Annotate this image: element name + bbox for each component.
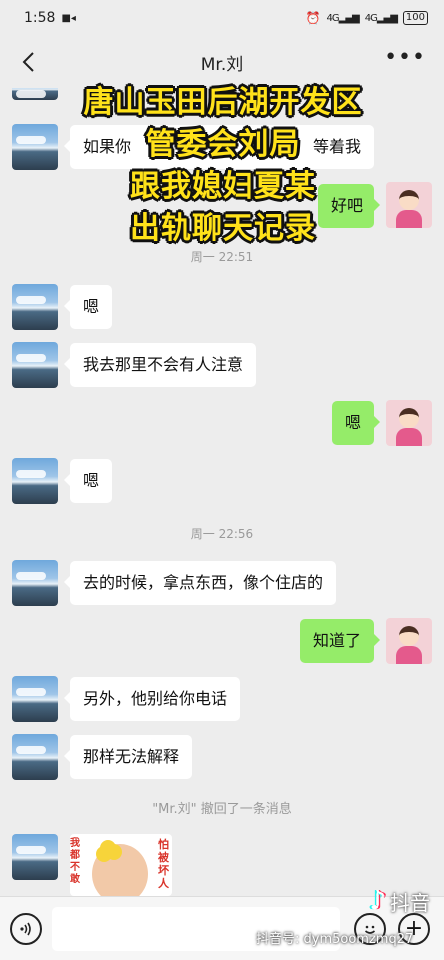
alarm-icon: ⏰: [305, 11, 321, 25]
message-timestamp: 周一 22:51: [190, 250, 254, 264]
message-bubble-left[interactable]: 另外，他别给你电话: [63, 677, 241, 721]
flower-icon: [100, 840, 116, 856]
contact-avatar[interactable]: [12, 560, 58, 606]
message-bubble-left[interactable]: 那样无法解释: [63, 735, 193, 779]
contact-avatar[interactable]: [12, 342, 58, 388]
contact-avatar[interactable]: [12, 734, 58, 780]
signal-icon: 4G▂▄▆: [326, 12, 360, 24]
message-text: 我去那里不会有人注意: [83, 355, 244, 374]
message-text: 嗯: [344, 413, 361, 432]
contact-avatar[interactable]: [12, 676, 58, 722]
status-time: 1:58: [24, 10, 56, 26]
message-bubble-left[interactable]: 去的时候，拿点东西，像个住店的: [63, 561, 337, 605]
voice-icon[interactable]: [10, 913, 42, 945]
recall-notice: "Mr.刘" 撤回了一条消息: [152, 802, 292, 817]
message-text: 嗯: [83, 297, 100, 316]
contact-avatar[interactable]: [12, 834, 58, 880]
chat-header: Mr.刘 •••: [0, 36, 444, 88]
user-avatar[interactable]: [386, 400, 432, 446]
contact-avatar[interactable]: [12, 124, 58, 170]
douyin-brand: 抖音: [390, 890, 430, 915]
douyin-logo-icon: ♪: [369, 886, 386, 916]
caption-line: 唐山玉田后湖开发区: [83, 85, 363, 120]
message-bubble-left[interactable]: 嗯: [63, 459, 113, 503]
message-timestamp: 周一 22:56: [190, 527, 254, 541]
message-bubble-right[interactable]: 知道了: [299, 619, 381, 663]
contact-avatar[interactable]: [12, 458, 58, 504]
back-arrow-icon[interactable]: [10, 44, 46, 80]
message-bubble-left[interactable]: 我去那里不会有人注意: [63, 343, 257, 387]
more-icon[interactable]: •••: [384, 47, 426, 69]
douyin-account-id: 抖音号: dym5oomzmq27: [256, 932, 414, 947]
caption-line: 出轨聊天记录: [130, 211, 316, 246]
sticker-text-left: 我都不敢: [70, 838, 80, 885]
video-record-icon: ■◂: [61, 12, 76, 24]
douyin-watermark: ♪ 抖音: [369, 886, 430, 916]
user-avatar[interactable]: [386, 618, 432, 664]
message-text: 那样无法解释: [83, 747, 180, 766]
message-text: 另外，他别给你电话: [83, 689, 228, 708]
message-text: 嗯: [83, 471, 100, 490]
message-bubble-left[interactable]: 嗯: [63, 285, 113, 329]
battery-indicator: 100: [402, 11, 428, 25]
user-avatar[interactable]: [386, 182, 432, 228]
status-bar: 1:58 ■◂ ⏰ 4G▂▄▆ 4G▂▄▆ 100: [0, 0, 444, 36]
message-bubble-right[interactable]: 嗯: [331, 401, 381, 445]
message-text: 去的时候，拿点东西，像个住店的: [83, 573, 324, 592]
sticker-text-right: 怕被坏人: [158, 838, 169, 890]
message-text: 知道了: [312, 631, 361, 650]
caption-line: 管委会刘局: [145, 127, 301, 162]
contact-avatar[interactable]: [12, 284, 58, 330]
signal-icon-2: 4G▂▄▆: [364, 12, 398, 24]
contact-avatar[interactable]: [12, 88, 58, 100]
caption-line: 跟我媳妇夏某: [130, 169, 316, 204]
video-caption-overlay: 唐山玉田后湖开发区 管委会刘局 跟我媳妇夏某 出轨聊天记录: [58, 82, 388, 250]
sticker-message[interactable]: 我都不敢 怕被坏人: [70, 834, 172, 896]
chat-title: Mr.刘: [200, 54, 244, 75]
